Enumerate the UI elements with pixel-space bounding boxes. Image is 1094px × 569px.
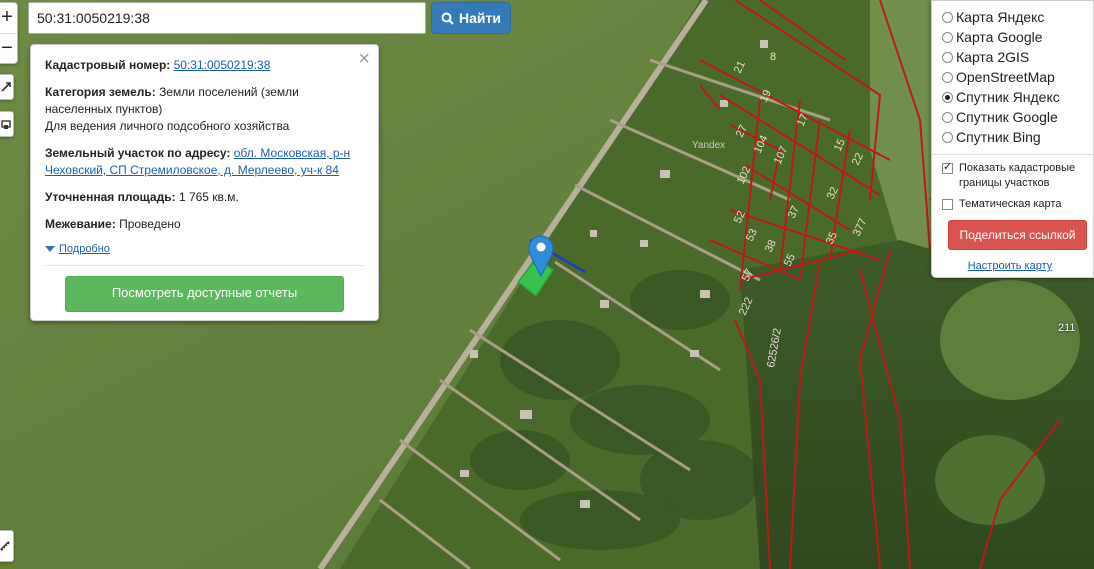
zoom-control: + − [0, 2, 18, 64]
layer-option-osm[interactable]: OpenStreetMap [942, 67, 1093, 87]
layer-option-label: Спутник Bing [956, 129, 1041, 145]
layer-option-google-satellite[interactable]: Спутник Google [942, 107, 1093, 127]
layer-option-google-map[interactable]: Карта Google [942, 27, 1093, 47]
clearing [935, 435, 1045, 525]
radio-icon [942, 71, 953, 83]
details-toggle[interactable]: Подробно [45, 243, 364, 255]
parcel-info-popup: × Кадастровый номер: 50:31:0050219:38 Ка… [30, 44, 379, 321]
radio-icon [942, 111, 953, 123]
print-button[interactable] [0, 111, 14, 137]
radio-icon [942, 51, 953, 63]
area-value: 1 765 кв.м. [178, 190, 239, 204]
layer-option-label: Карта 2GIS [956, 49, 1030, 65]
search-input[interactable]: 50:31:0050219:38 [28, 2, 426, 34]
caret-down-icon [45, 246, 55, 252]
cadastral-number-label: Кадастровый номер: [45, 58, 171, 72]
share-link-button[interactable]: Поделиться ссылкой [948, 220, 1087, 250]
radio-icon [942, 11, 953, 23]
layer-option-label: Карта Яндекс [956, 9, 1045, 25]
show-borders-checkbox[interactable]: Показать кадастровые границы участков [942, 160, 1093, 191]
view-reports-button[interactable]: Посмотреть доступные отчеты [65, 276, 344, 312]
layer-option-label: Спутник Google [956, 109, 1058, 125]
layer-option-bing-satellite[interactable]: Спутник Bing [942, 127, 1093, 147]
thematic-map-checkbox[interactable]: Тематическая карта [942, 197, 1093, 212]
survey-value: Проведено [119, 217, 181, 231]
clearing [940, 280, 1080, 400]
divider [932, 154, 1093, 155]
layer-option-2gis-map[interactable]: Карта 2GIS [942, 47, 1093, 67]
configure-map-link[interactable]: Настроить карту [932, 260, 1093, 272]
survey-row: Межевание: Проведено [45, 216, 364, 233]
land-category-label: Категория земель: [45, 85, 156, 99]
parcel-label: 8 [770, 51, 776, 63]
radio-icon [942, 131, 953, 143]
zoom-out-button[interactable]: − [0, 33, 17, 64]
survey-label: Межевание: [45, 217, 116, 231]
permitted-use-value: Для ведения личного подсобного хозяйства [45, 119, 290, 133]
print-icon [1, 120, 11, 129]
details-link[interactable]: Подробно [59, 243, 110, 255]
parcel-label: 211 [1058, 322, 1076, 334]
expand-icon [1, 82, 11, 92]
search-button[interactable]: Найти [431, 2, 511, 34]
search-icon [441, 12, 454, 25]
area-label: Уточненная площадь: [45, 190, 176, 204]
cadastral-number-row: Кадастровый номер: 50:31:0050219:38 [45, 57, 364, 74]
address-label: Земельный участок по адресу: [45, 146, 231, 160]
layer-option-yandex-map[interactable]: Карта Яндекс [942, 7, 1093, 27]
radio-selected-icon [942, 91, 953, 103]
layer-panel: Карта Яндекс Карта Google Карта 2GIS Ope… [931, 0, 1094, 278]
show-borders-label: Показать кадастровые границы участков [959, 162, 1076, 189]
ruler-icon [0, 541, 10, 551]
close-icon[interactable]: × [358, 49, 370, 69]
land-category-row: Категория земель: Земли поселений (земли… [45, 84, 364, 135]
layer-option-label: Карта Google [956, 29, 1043, 45]
zoom-in-button[interactable]: + [0, 3, 17, 33]
thematic-map-label: Тематическая карта [959, 198, 1062, 210]
layer-option-label: Спутник Яндекс [956, 89, 1060, 105]
cadastral-number-link[interactable]: 50:31:0050219:38 [174, 58, 271, 72]
area-row: Уточненная площадь: 1 765 кв.м. [45, 189, 364, 206]
address-row: Земельный участок по адресу: обл. Москов… [45, 145, 364, 179]
checkbox-checked-icon [942, 160, 953, 175]
layer-option-label: OpenStreetMap [956, 69, 1055, 85]
layer-option-yandex-satellite[interactable]: Спутник Яндекс [942, 87, 1093, 107]
yandex-watermark: Yandex [692, 140, 725, 151]
checkbox-icon [942, 199, 953, 210]
divider [45, 265, 364, 266]
ruler-button[interactable] [0, 530, 14, 562]
radio-icon [942, 31, 953, 43]
fullscreen-button[interactable] [0, 74, 14, 100]
search-button-label: Найти [459, 10, 501, 26]
